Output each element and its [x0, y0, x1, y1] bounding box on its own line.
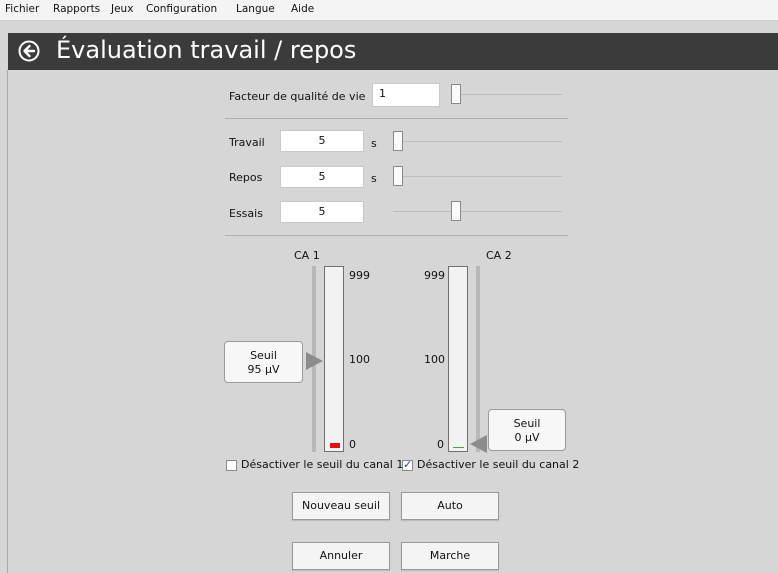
- travail-label: Travail: [229, 136, 265, 149]
- ca2-threshold-rail: [476, 266, 480, 452]
- ca2-scale-min: 0: [437, 438, 444, 451]
- essais-slider-thumb[interactable]: [451, 201, 461, 221]
- repos-slider-thumb[interactable]: [393, 166, 403, 186]
- repos-unit: s: [371, 172, 377, 185]
- nouveau-seuil-button[interactable]: Nouveau seuil: [292, 492, 390, 520]
- travail-unit: s: [371, 137, 377, 150]
- travail-slider-track[interactable]: [393, 141, 562, 142]
- ca1-seuil-label: Seuil: [250, 349, 277, 362]
- ca2-disable-checkbox[interactable]: ✓: [402, 458, 413, 471]
- repos-label: Repos: [229, 171, 263, 184]
- checkmark-icon: ✓: [403, 458, 413, 471]
- page-title: Évaluation travail / repos: [56, 36, 357, 64]
- ca2-disable-label[interactable]: Désactiver le seuil du canal 2: [417, 458, 579, 471]
- menu-configuration[interactable]: Configuration: [146, 3, 217, 15]
- menu-aide[interactable]: Aide: [291, 3, 314, 15]
- left-border: [7, 70, 8, 573]
- menu-langue[interactable]: Langue: [236, 3, 275, 15]
- essais-label: Essais: [229, 207, 263, 220]
- annuler-button[interactable]: Annuler: [292, 542, 390, 570]
- menu-fichier[interactable]: Fichier: [5, 3, 39, 15]
- repos-input[interactable]: 5: [280, 166, 364, 188]
- back-arrow-circle-icon[interactable]: [18, 40, 40, 62]
- qualite-slider-thumb[interactable]: [451, 84, 461, 104]
- ca2-seuil-value: 0 µV: [514, 431, 540, 444]
- ca2-threshold-arrow-icon[interactable]: [470, 435, 487, 453]
- ca1-disable-checkbox[interactable]: [226, 460, 237, 471]
- ca1-level-meter: [324, 266, 344, 452]
- ca1-level-bar: [330, 443, 340, 448]
- travail-input[interactable]: 5: [280, 130, 364, 152]
- divider: [225, 118, 568, 119]
- essais-slider-track[interactable]: [393, 211, 562, 212]
- ca1-scale-min: 0: [349, 438, 356, 451]
- ca2-scale-max: 999: [424, 269, 445, 282]
- menu-jeux[interactable]: Jeux: [111, 3, 133, 15]
- ca2-scale-mid: 100: [424, 353, 445, 366]
- ca2-level-meter: [448, 266, 468, 452]
- ca1-seuil-button[interactable]: Seuil 95 µV: [224, 341, 303, 383]
- ca1-title: CA 1: [294, 249, 320, 262]
- ca2-title: CA 2: [486, 249, 512, 262]
- repos-slider-track[interactable]: [393, 176, 562, 177]
- menu-rapports[interactable]: Rapports: [53, 3, 100, 15]
- divider: [225, 235, 568, 236]
- title-bar: Évaluation travail / repos: [8, 33, 778, 70]
- ca2-level-bar: [453, 447, 464, 448]
- ca1-scale-mid: 100: [349, 353, 370, 366]
- ca1-seuil-value: 95 µV: [247, 363, 280, 376]
- ca1-threshold-arrow-icon[interactable]: [306, 352, 323, 370]
- qualite-label: Facteur de qualité de vie: [229, 90, 366, 103]
- essais-input[interactable]: 5: [280, 201, 364, 223]
- ca1-scale-max: 999: [349, 269, 370, 282]
- marche-button[interactable]: Marche: [401, 542, 499, 570]
- ca1-disable-label[interactable]: Désactiver le seuil du canal 1: [241, 458, 403, 471]
- ca2-seuil-label: Seuil: [513, 417, 541, 430]
- qualite-slider-track[interactable]: [451, 94, 562, 95]
- menu-bar: Fichier Rapports Jeux Configuration Lang…: [0, 0, 778, 21]
- ca2-seuil-button[interactable]: Seuil 0 µV: [488, 409, 566, 451]
- qualite-input[interactable]: 1: [372, 83, 440, 107]
- travail-slider-thumb[interactable]: [393, 131, 403, 151]
- auto-button[interactable]: Auto: [401, 492, 499, 520]
